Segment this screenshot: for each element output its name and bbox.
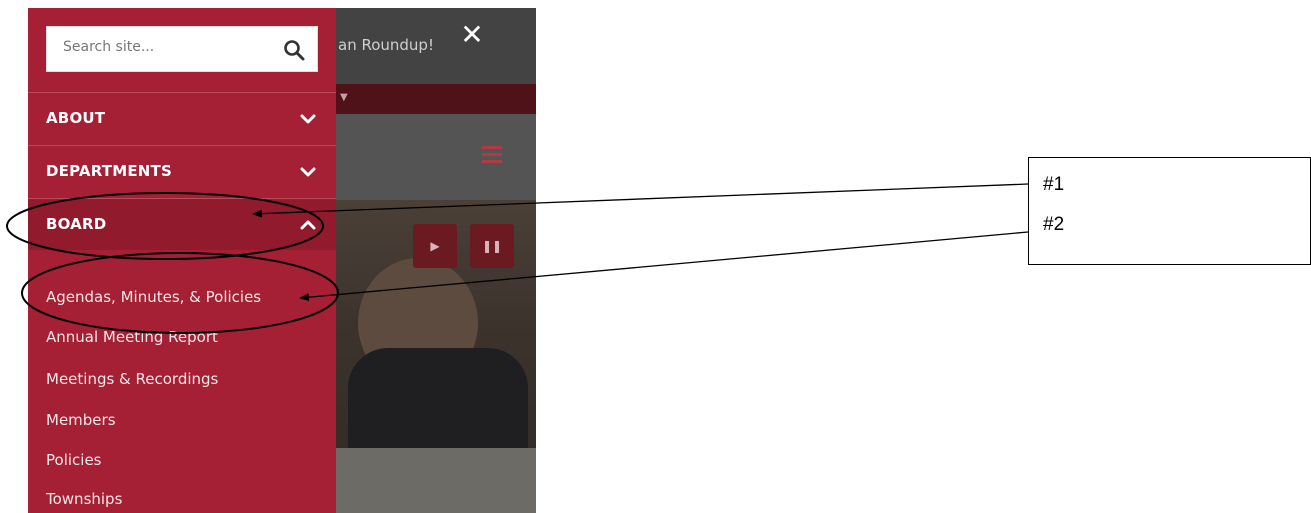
nav-item-label: DEPARTMENTS <box>46 162 172 180</box>
chevron-down-icon[interactable] <box>300 164 316 180</box>
pause-button[interactable]: ❚❚ <box>470 224 514 268</box>
nav-item-label: ABOUT <box>46 109 106 127</box>
caret-down-icon: ▼ <box>340 92 348 103</box>
chevron-up-icon[interactable] <box>300 217 316 233</box>
mobile-screen: an Roundup! ✕ ▼ ▶ ❚❚ ABOUT DEPARTMENTS <box>28 8 536 513</box>
nav-item-departments[interactable]: DEPARTMENTS <box>28 145 336 197</box>
submenu-link-members[interactable]: Members <box>46 411 116 429</box>
submenu-link-meetings-recordings[interactable]: Meetings & Recordings <box>46 370 218 388</box>
banner-text: an Roundup! <box>338 36 434 54</box>
nav-item-board[interactable]: BOARD <box>28 198 336 250</box>
search-box <box>46 26 318 72</box>
submenu-link-annual-meeting-report[interactable]: Annual Meeting Report <box>46 328 218 346</box>
hamburger-menu-icon[interactable] <box>482 146 502 163</box>
annotation-note-box: #1 #2 <box>1028 157 1311 265</box>
nav-item-about[interactable]: ABOUT <box>28 92 336 144</box>
close-icon[interactable]: ✕ <box>457 20 487 50</box>
chevron-down-icon[interactable] <box>300 111 316 127</box>
photo-desk <box>328 448 536 513</box>
submenu-link-policies[interactable]: Policies <box>46 451 101 469</box>
submenu-link-townships[interactable]: Townships <box>46 490 122 508</box>
search-input[interactable] <box>63 39 263 55</box>
nav-item-label: BOARD <box>46 215 107 233</box>
slide-out-menu: ABOUT DEPARTMENTS BOARD Agendas, Minutes… <box>28 8 336 513</box>
annotation-label-2: #2 <box>1043 214 1065 235</box>
annotation-label-1: #1 <box>1043 174 1065 195</box>
search-icon[interactable] <box>283 39 305 61</box>
play-button[interactable]: ▶ <box>413 224 457 268</box>
submenu-link-agendas[interactable]: Agendas, Minutes, & Policies <box>46 288 261 306</box>
